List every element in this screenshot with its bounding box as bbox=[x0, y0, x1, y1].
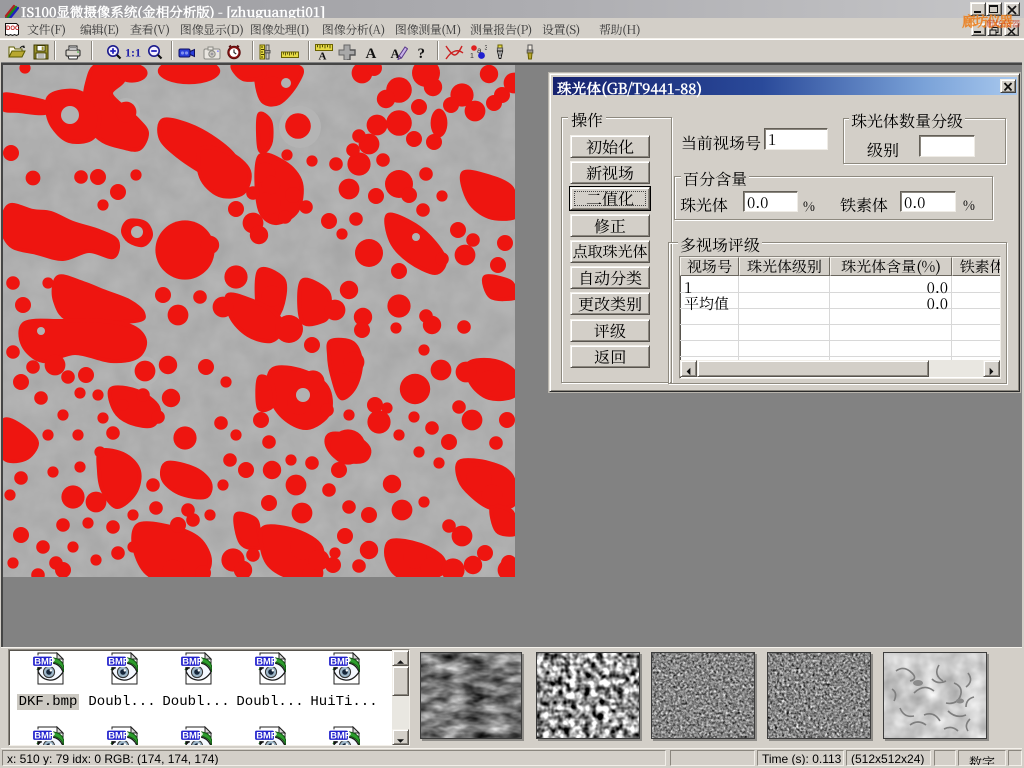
svg-text:BMP: BMP bbox=[108, 730, 129, 741]
svg-text:A: A bbox=[366, 46, 377, 60]
svg-text:BMP: BMP bbox=[108, 656, 129, 667]
svg-text:BMP: BMP bbox=[256, 730, 277, 741]
svg-text:BMP: BMP bbox=[256, 656, 277, 667]
svg-text:1:1: 1:1 bbox=[125, 46, 141, 60]
svg-text:DOC: DOC bbox=[6, 26, 20, 32]
svg-text:BMP: BMP bbox=[182, 656, 203, 667]
svg-text:BMP: BMP bbox=[330, 656, 351, 667]
svg-text:BMP: BMP bbox=[34, 656, 55, 667]
svg-text:?: ? bbox=[418, 46, 426, 60]
svg-text:1: 1 bbox=[470, 53, 474, 60]
svg-text:BMP: BMP bbox=[182, 730, 203, 741]
svg-text:BMP: BMP bbox=[34, 730, 55, 741]
svg-text:3: 3 bbox=[485, 45, 488, 52]
svg-text:A: A bbox=[319, 51, 327, 61]
svg-text:BMP: BMP bbox=[330, 730, 351, 741]
